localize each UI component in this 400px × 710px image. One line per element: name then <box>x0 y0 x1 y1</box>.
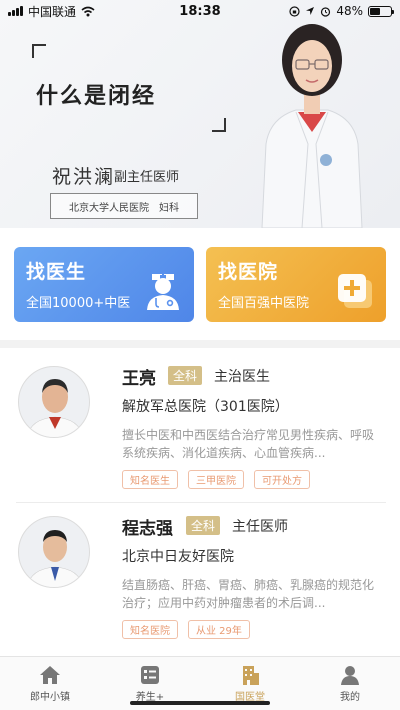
tab-label: 郎中小镇 <box>30 691 70 703</box>
tab-home-town[interactable]: 郎中小镇 <box>0 657 100 710</box>
wifi-icon <box>81 6 95 16</box>
doctor-rank: 主任医师 <box>232 519 288 535</box>
find-hospital-card[interactable]: 找医院 全国百强中医院 <box>206 247 386 322</box>
signal-icon <box>8 6 23 16</box>
hospital-building-icon <box>243 665 259 685</box>
doctor-tags: 知名医生 三甲医院 可开处方 <box>122 470 310 489</box>
tag-famous-hospital: 知名医院 <box>122 620 178 639</box>
tag-can-prescribe: 可开处方 <box>254 470 310 489</box>
battery-percent: 48% <box>336 4 363 18</box>
doctor-avatar <box>18 516 90 588</box>
home-icon <box>40 665 60 684</box>
department-badge: 全科 <box>186 516 221 535</box>
home-indicator <box>130 701 270 705</box>
banner-doctor-name: 祝洪澜 <box>52 166 116 188</box>
alarm-icon <box>321 6 331 17</box>
location-arrow-icon <box>306 7 315 15</box>
tab-profile[interactable]: 我的 <box>300 657 400 710</box>
tag-famous-doctor: 知名医生 <box>122 470 178 489</box>
doctor-avatar <box>18 366 90 438</box>
doctor-portrait-icon <box>27 379 83 437</box>
battery-level <box>370 7 380 15</box>
status-bar: 中国联通 18:38 48% <box>0 0 400 22</box>
carrier-name: 中国联通 <box>28 4 77 19</box>
banner-hospital-box: 北京大学人民医院 妇科 <box>50 193 198 219</box>
banner-bracket-top-left <box>32 44 46 58</box>
doctor-hospital: 解放军总医院（301医院） <box>122 399 289 415</box>
profile-icon <box>341 665 359 685</box>
doctor-portrait-icon <box>27 530 83 587</box>
promo-banner[interactable]: 什么是闭经 祝洪澜 副主任医师 北京大学人民医院 妇科 <box>0 0 400 228</box>
doctor-hospital: 北京中日友好医院 <box>122 549 234 565</box>
doctor-name: 王亮 <box>122 369 156 389</box>
banner-bracket-bottom-right <box>212 118 226 132</box>
banner-doctor-title: 副主任医师 <box>114 170 180 185</box>
section-separator <box>0 340 400 348</box>
list-divider <box>16 502 386 503</box>
find-doctor-card[interactable]: 找医生 全国10000+中医 <box>14 247 194 322</box>
doctor-specialty: 结直肠癌、肝癌、胃癌、肺癌、乳腺癌的规范化治疗；应用中药对肿瘤患者的术后调... <box>122 578 375 610</box>
doctor-specialty: 擅长中医和中西医结合治疗常见男性疾病、呼吸系统疾病、消化道疾病、心血管疾病... <box>122 428 375 460</box>
medical-kit-icon <box>338 274 372 308</box>
tag-top-hospital: 三甲医院 <box>188 470 244 489</box>
banner-department: 妇科 <box>159 202 179 214</box>
checklist-icon <box>141 665 159 684</box>
doctor-rank: 主治医生 <box>214 369 270 385</box>
battery-icon <box>368 5 394 17</box>
tab-label: 我的 <box>340 691 360 703</box>
department-badge: 全科 <box>168 366 203 385</box>
doctor-stethoscope-icon <box>147 273 179 310</box>
banner-title: 什么是闭经 <box>36 84 157 109</box>
lock-rotation-icon <box>289 5 300 17</box>
doctor-tags: 知名医院 从业 29年 <box>122 620 250 639</box>
banner-hospital: 北京大学人民医院 <box>69 202 149 214</box>
tag-years-practice: 从业 29年 <box>188 620 250 639</box>
doctor-name: 程志强 <box>122 519 173 539</box>
banner-doctor-photo <box>261 24 363 228</box>
